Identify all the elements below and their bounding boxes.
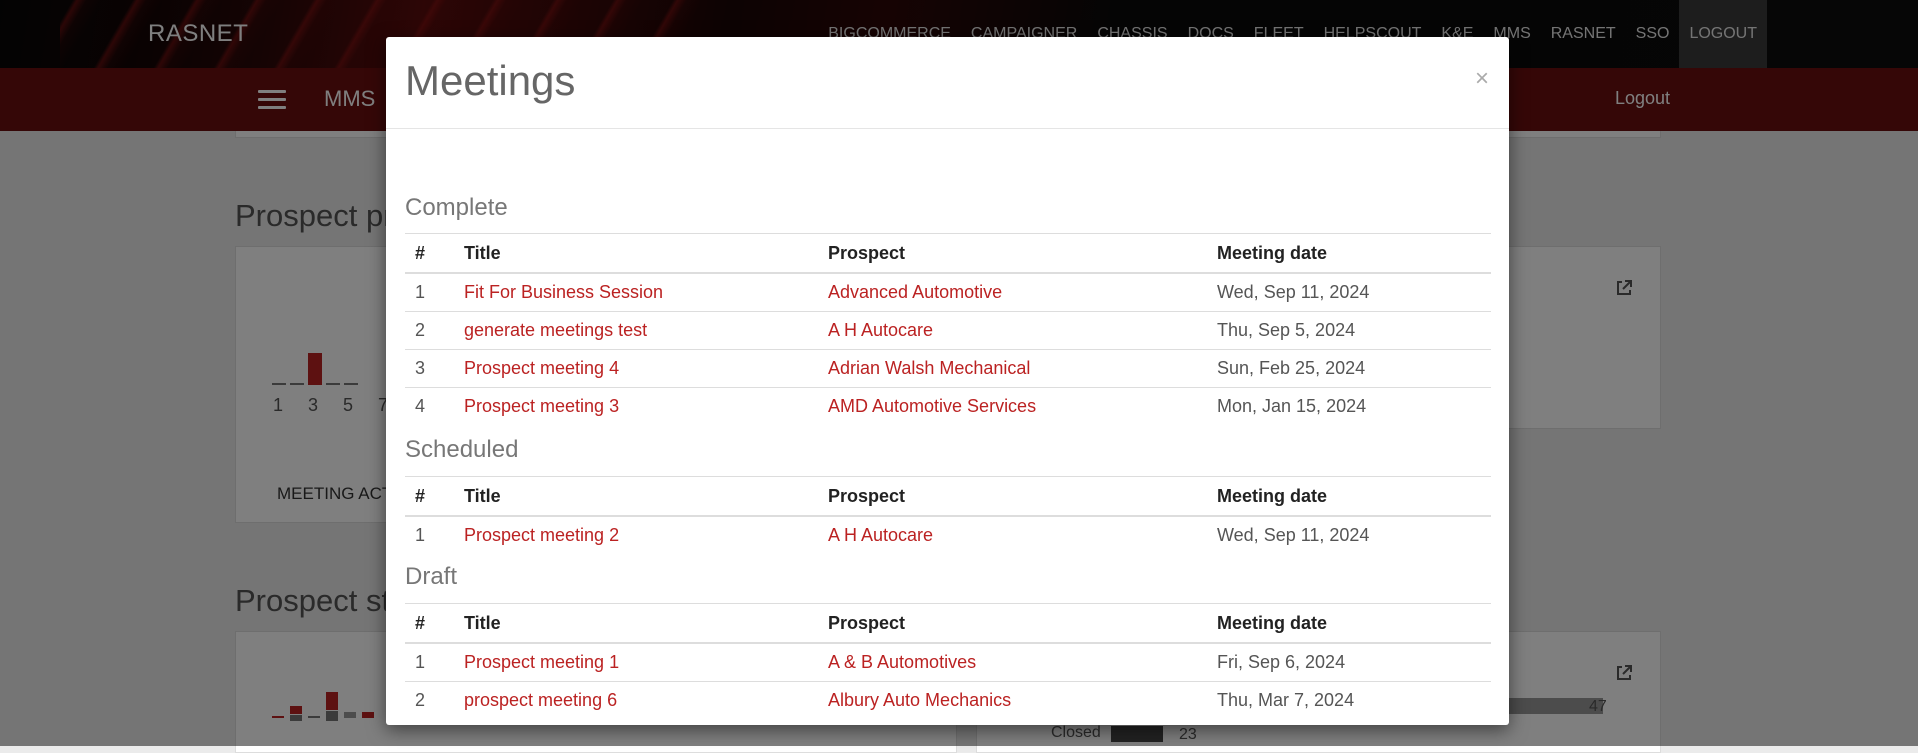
- table-row: 3 Prospect meeting 4 Adrian Walsh Mechan…: [405, 349, 1491, 388]
- col-prospect: Prospect: [818, 603, 1207, 644]
- row-num: 1: [405, 273, 454, 312]
- prospect-link[interactable]: A & B Automotives: [828, 652, 976, 672]
- scheduled-table: # Title Prospect Meeting date 1 Prospect…: [405, 476, 1491, 554]
- col-title: Title: [454, 476, 818, 517]
- table-row: 2 generate meetings test A H Autocare Th…: [405, 311, 1491, 350]
- draft-table: # Title Prospect Meeting date 1 Prospect…: [405, 603, 1491, 719]
- close-icon[interactable]: ×: [1475, 67, 1489, 91]
- table-row: 1 Prospect meeting 1 A & B Automotives F…: [405, 643, 1491, 682]
- meeting-date: Mon, Jan 15, 2024: [1217, 396, 1367, 416]
- complete-table: # Title Prospect Meeting date 1 Fit For …: [405, 233, 1491, 425]
- group-title-scheduled: Scheduled: [405, 436, 519, 463]
- col-num: #: [405, 603, 454, 644]
- prospect-link[interactable]: A H Autocare: [828, 320, 933, 340]
- table-row: 4 Prospect meeting 3 AMD Automotive Serv…: [405, 388, 1491, 426]
- row-num: 1: [405, 643, 454, 682]
- modal-header: Meetings ×: [386, 37, 1509, 129]
- meeting-title-link[interactable]: Prospect meeting 2: [464, 525, 619, 545]
- meeting-title-link[interactable]: Prospect meeting 4: [464, 358, 619, 378]
- col-title: Title: [454, 233, 818, 274]
- meeting-title-link[interactable]: prospect meeting 6: [464, 690, 617, 710]
- meeting-title-link[interactable]: Fit For Business Session: [464, 282, 663, 302]
- row-num: 1: [415, 525, 426, 545]
- meeting-date: Wed, Sep 11, 2024: [1217, 525, 1370, 545]
- col-num: #: [405, 233, 454, 274]
- row-num: 2: [415, 690, 426, 710]
- col-date: Meeting date: [1207, 603, 1491, 644]
- col-prospect: Prospect: [818, 233, 1207, 274]
- table-row: 1 Prospect meeting 2 A H Autocare Wed, S…: [405, 516, 1491, 554]
- modal-title: Meetings: [405, 57, 576, 104]
- col-num: #: [405, 476, 454, 517]
- row-num: 4: [415, 396, 426, 416]
- col-prospect: Prospect: [818, 476, 1207, 517]
- prospect-link[interactable]: Adrian Walsh Mechanical: [828, 358, 1030, 378]
- meeting-title-link[interactable]: Prospect meeting 3: [464, 396, 619, 416]
- row-num: 2: [405, 311, 454, 350]
- row-num: 3: [405, 349, 454, 388]
- meeting-date: Wed, Sep 11, 2024: [1207, 273, 1491, 312]
- meeting-title-link[interactable]: Prospect meeting 1: [464, 652, 619, 672]
- meeting-date: Thu, Mar 7, 2024: [1217, 690, 1355, 710]
- group-title-complete: Complete: [405, 194, 508, 221]
- col-date: Meeting date: [1207, 476, 1491, 517]
- meeting-date: Fri, Sep 6, 2024: [1207, 643, 1491, 682]
- meeting-date: Thu, Sep 5, 2024: [1207, 311, 1491, 350]
- meeting-date: Sun, Feb 25, 2024: [1207, 349, 1491, 388]
- col-date: Meeting date: [1207, 233, 1491, 274]
- table-row: 1 Fit For Business Session Advanced Auto…: [405, 273, 1491, 312]
- col-title: Title: [454, 603, 818, 644]
- prospect-link[interactable]: Advanced Automotive: [828, 282, 1002, 302]
- prospect-link[interactable]: Albury Auto Mechanics: [828, 690, 1011, 710]
- table-row: 2 prospect meeting 6 Albury Auto Mechani…: [405, 682, 1491, 720]
- prospect-link[interactable]: A H Autocare: [828, 525, 933, 545]
- meetings-modal: Meetings × Complete # Title Prospect Mee…: [386, 37, 1509, 725]
- group-title-draft: Draft: [405, 563, 458, 590]
- meeting-title-link[interactable]: generate meetings test: [464, 320, 647, 340]
- prospect-link[interactable]: AMD Automotive Services: [828, 396, 1036, 416]
